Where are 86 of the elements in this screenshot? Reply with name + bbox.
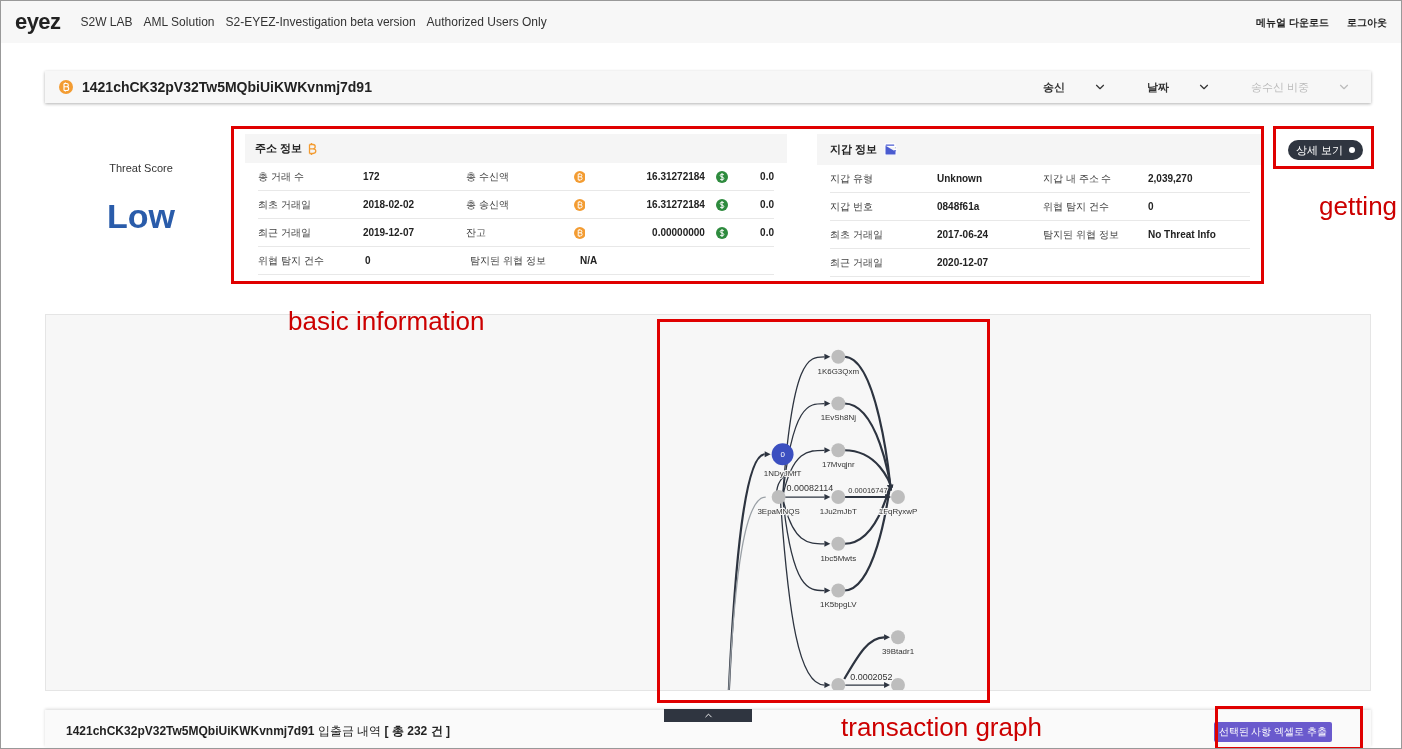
nav-link[interactable]: S2W LAB: [80, 13, 133, 31]
graph-node[interactable]: [891, 490, 905, 504]
field-value: 172: [362, 170, 381, 184]
usd-amount: 0.0: [759, 226, 774, 240]
field-label: 지갑 유형: [830, 172, 874, 186]
graph-node[interactable]: [831, 490, 846, 504]
field-value: 2019-12-07: [362, 226, 416, 240]
field-label: 위협 탐지 건수: [258, 254, 325, 268]
nav-link[interactable]: S2-EYEZ-Investigation beta version: [225, 13, 416, 31]
field-label: 지갑 내 주소 수: [1043, 172, 1113, 186]
field-value: 0848f61a: [937, 200, 981, 214]
collapse-tab[interactable]: [664, 709, 752, 722]
field-label: 위협 탐지 건수: [1043, 200, 1110, 214]
panel-title: 지갑 정보: [830, 142, 878, 158]
field-value: 0: [1148, 200, 1154, 214]
dollar-icon: [715, 170, 728, 183]
address-title: 1421chCK32pV32Tw5MQbiUiKWKvnmj7d91: [82, 77, 372, 97]
graph-node[interactable]: [891, 630, 905, 645]
field-value: Unknown: [937, 172, 983, 186]
edge-label: 0.0002052: [850, 672, 893, 683]
filter-dropdown[interactable]: 송신: [1042, 78, 1107, 96]
logo: eyez: [15, 11, 61, 33]
node-label: 17Mvqjnr: [822, 460, 855, 470]
btc-amount: 16.31272184: [645, 170, 705, 184]
bitcoin-icon: [59, 80, 73, 94]
graph-node[interactable]: [771, 490, 786, 504]
usd-amount: 0.0: [759, 198, 774, 212]
graph-node[interactable]: [831, 349, 846, 364]
bitcoin-icon: [573, 198, 586, 211]
annotation-label: transaction graph: [841, 711, 1042, 743]
field-label: 최초 거래일: [258, 198, 312, 212]
field-label: 탐지된 위협 정보: [1043, 228, 1120, 242]
nav-link[interactable]: AML Solution: [143, 13, 215, 31]
node-label: 1EvSh8Nj: [820, 413, 856, 423]
field-label: 총 송신액: [465, 198, 510, 212]
graph-node[interactable]: [831, 583, 846, 598]
node-count: 0: [780, 450, 785, 460]
graph-node[interactable]: [891, 678, 905, 690]
bitcoin-icon: [308, 142, 318, 155]
dollar-icon: [715, 198, 728, 211]
threat-score-label: Threat Score: [109, 161, 173, 176]
graph-node[interactable]: [831, 443, 846, 458]
node-label: 1bc5Mwts: [820, 553, 857, 563]
field-label: 총 수신액: [465, 170, 510, 184]
threat-level: Low: [107, 195, 175, 237]
annotation-label: basic information: [288, 305, 485, 337]
header-link[interactable]: 메뉴얼 다운로드: [1256, 14, 1329, 30]
node-label: 1K5bpgLV: [820, 600, 857, 610]
field-value: No Threat Info: [1148, 228, 1216, 242]
field-label: 최초 거래일: [830, 228, 884, 242]
annotation-label: getting: [1319, 190, 1398, 222]
btc-amount: 16.31272184: [645, 198, 705, 212]
dollar-icon: [715, 226, 728, 239]
export-button[interactable]: 선택된 사항 엑셀로 추출: [1213, 721, 1332, 742]
graph-edge: [844, 682, 891, 688]
node-label: 39Btadr1: [881, 647, 915, 657]
detail-button[interactable]: 상세 보기: [1288, 140, 1364, 160]
graph-node[interactable]: [771, 443, 794, 466]
field-value: 2017-06-24: [937, 228, 990, 242]
node-label: 1Ju2mJbT: [819, 506, 857, 516]
graph-node[interactable]: [831, 678, 846, 690]
filter-dropdown[interactable]: 날짜: [1146, 78, 1211, 96]
nav-link[interactable]: Authorized Users Only: [426, 13, 547, 31]
bitcoin-icon: [573, 170, 586, 183]
field-label: 지갑 번호: [830, 200, 874, 214]
field-value: 2020-12-07: [937, 256, 990, 270]
field-label: 잔고: [465, 226, 487, 240]
field-value: N/A: [580, 254, 598, 268]
graph-node[interactable]: [831, 536, 846, 551]
field-value: 2,039,270: [1148, 172, 1193, 186]
graph-node[interactable]: [831, 396, 846, 411]
field-label: 최근 거래일: [830, 256, 884, 270]
field-label: 탐지된 위협 정보: [470, 254, 547, 268]
header-link[interactable]: 로그아웃: [1347, 14, 1387, 30]
btc-amount: 0.00000000: [651, 226, 705, 240]
field-value: 2018-02-02: [362, 198, 416, 212]
panel-title: 주소 정보: [255, 141, 303, 157]
field-label: 최근 거래일: [258, 226, 312, 240]
history-title: 1421chCK32pV32Tw5MQbiUiKWKvnmj7d91 입출금 내역 [ 총 232 건 ]: [66, 722, 450, 740]
edge-label: 0.00082114: [786, 483, 834, 494]
bitcoin-icon: [573, 226, 586, 239]
wallet-icon: [883, 142, 899, 157]
field-label: 총 거래 수: [258, 170, 305, 184]
node-label: 1K6G3Qxm: [817, 366, 860, 376]
usd-amount: 0.0: [759, 170, 774, 184]
field-value: 0: [365, 254, 372, 268]
